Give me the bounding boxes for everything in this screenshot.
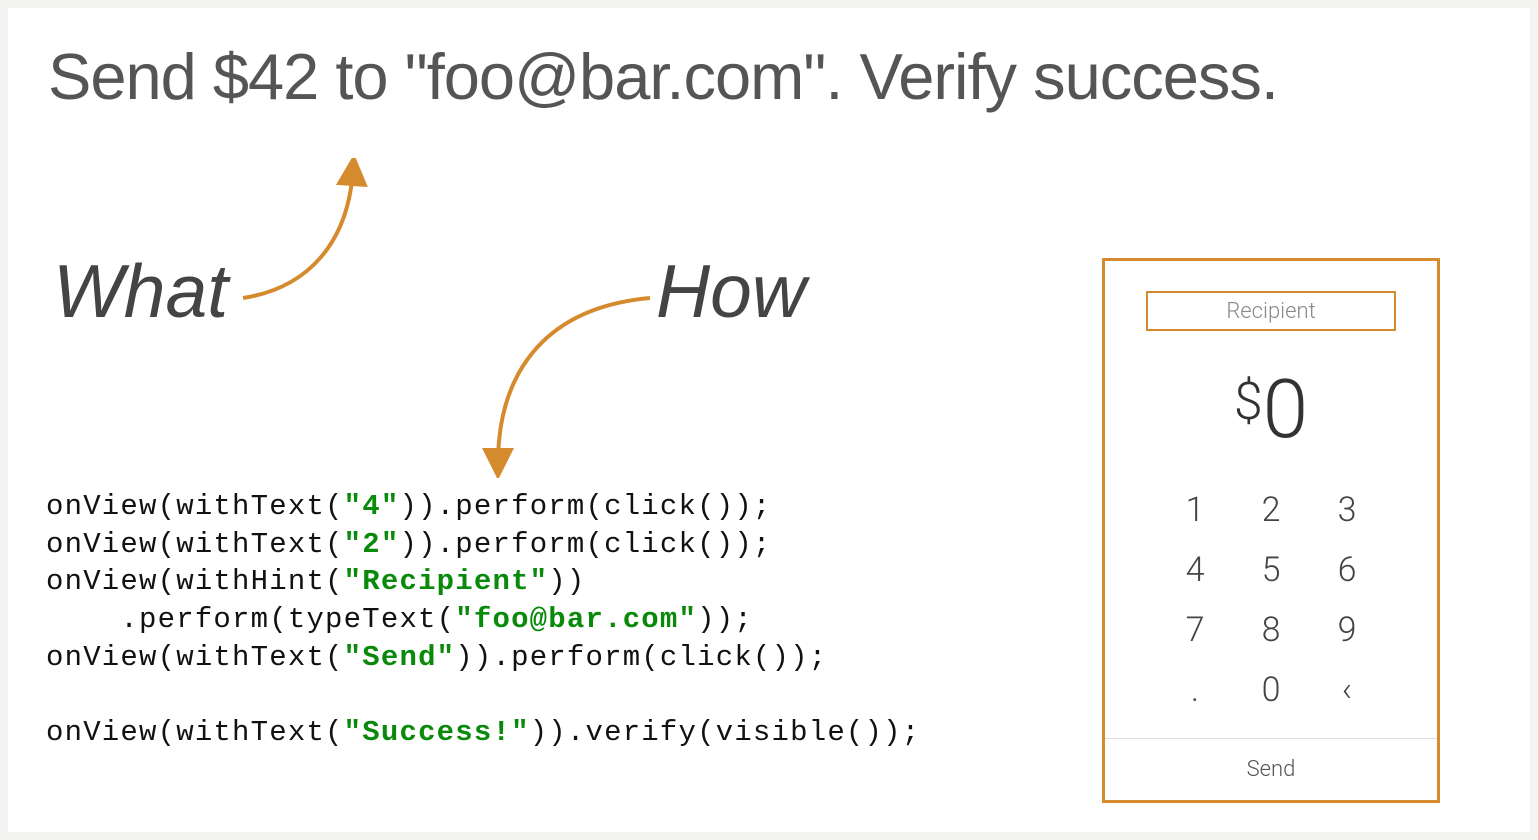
keypad-key-8[interactable]: 8 — [1241, 601, 1301, 659]
phone-mockup: Recipient $ 0 123 456 789. 0 ‹ Send — [1102, 258, 1440, 803]
keypad-key-2[interactable]: 2 — [1241, 481, 1301, 539]
keypad-key-6[interactable]: 6 — [1317, 541, 1377, 599]
keypad-key-4[interactable]: 4 — [1165, 541, 1225, 599]
code-line: onView(withText("2")).perform(click()); — [46, 526, 920, 564]
recipient-input[interactable]: Recipient — [1146, 291, 1396, 331]
keypad-key-0[interactable]: 0 — [1241, 661, 1301, 719]
arrow-how-icon — [480, 288, 660, 478]
code-line — [46, 676, 920, 714]
amount-value: 0 — [1263, 369, 1308, 451]
keypad-key-7[interactable]: 7 — [1165, 601, 1225, 659]
keypad-key-backspace[interactable]: ‹ — [1317, 661, 1377, 719]
send-label: Send — [1247, 757, 1296, 782]
how-label: How — [656, 248, 806, 334]
keypad-key-3[interactable]: 3 — [1317, 481, 1377, 539]
code-line: onView(withText("Send")).perform(click()… — [46, 639, 920, 677]
keypad-key-9[interactable]: 9 — [1317, 601, 1377, 659]
recipient-placeholder: Recipient — [1226, 299, 1315, 324]
currency-symbol: $ — [1234, 371, 1263, 432]
arrow-what-icon — [238, 158, 388, 308]
slide: Send $42 to "foo@bar.com". Verify succes… — [8, 8, 1530, 832]
keypad-key-dot[interactable]: . — [1165, 661, 1225, 719]
keypad-key-1[interactable]: 1 — [1165, 481, 1225, 539]
code-line: .perform(typeText("foo@bar.com")); — [46, 601, 920, 639]
keypad: 123 456 789. 0 ‹ — [1125, 481, 1417, 719]
phone-main-area: Recipient $ 0 123 456 789. 0 ‹ — [1105, 261, 1437, 738]
what-label: What — [53, 248, 228, 334]
code-line: onView(withHint("Recipient")) — [46, 563, 920, 601]
code-line: onView(withText("4")).perform(click()); — [46, 488, 920, 526]
amount-display: $ 0 — [1234, 369, 1308, 451]
code-line: onView(withText("Success!")).verify(visi… — [46, 714, 920, 752]
code-block: onView(withText("4")).perform(click());o… — [46, 488, 920, 752]
send-button[interactable]: Send — [1105, 738, 1437, 800]
headline-text: Send $42 to "foo@bar.com". Verify succes… — [48, 38, 1490, 116]
keypad-key-5[interactable]: 5 — [1241, 541, 1301, 599]
